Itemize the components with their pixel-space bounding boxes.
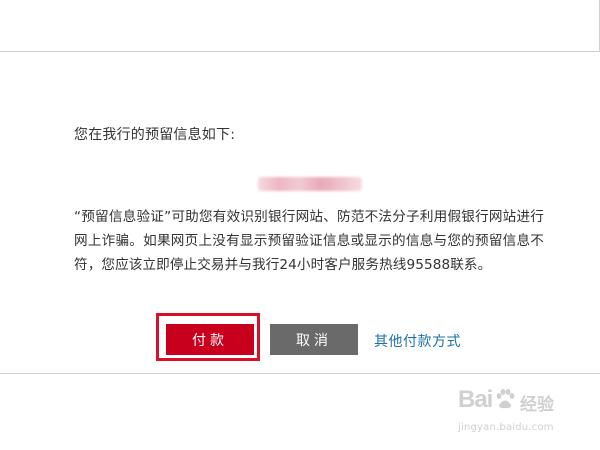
reserved-info-intro: 您在我行的预留信息如下: bbox=[74, 127, 236, 143]
other-payment-methods-link[interactable]: 其他付款方式 bbox=[374, 331, 461, 351]
cancel-button[interactable]: 取消 bbox=[270, 324, 358, 355]
baidu-jingyan-watermark: Bai 经验 jingyan.baidu.com bbox=[446, 382, 596, 444]
paw-icon bbox=[496, 389, 515, 409]
pay-button[interactable]: 付款 bbox=[166, 324, 254, 355]
watermark-brand: Bai bbox=[458, 386, 493, 413]
bottom-divider bbox=[0, 373, 600, 374]
reserved-info-blurred bbox=[258, 177, 362, 191]
watermark-brand-suffix: 经验 bbox=[520, 395, 554, 415]
verification-notice: “预留信息验证”可助您有效识别银行网站、防范不法分子利用假银行网站进行网上诈骗。… bbox=[74, 209, 544, 273]
watermark-url: jingyan.baidu.com bbox=[458, 422, 554, 433]
top-divider bbox=[0, 51, 600, 52]
